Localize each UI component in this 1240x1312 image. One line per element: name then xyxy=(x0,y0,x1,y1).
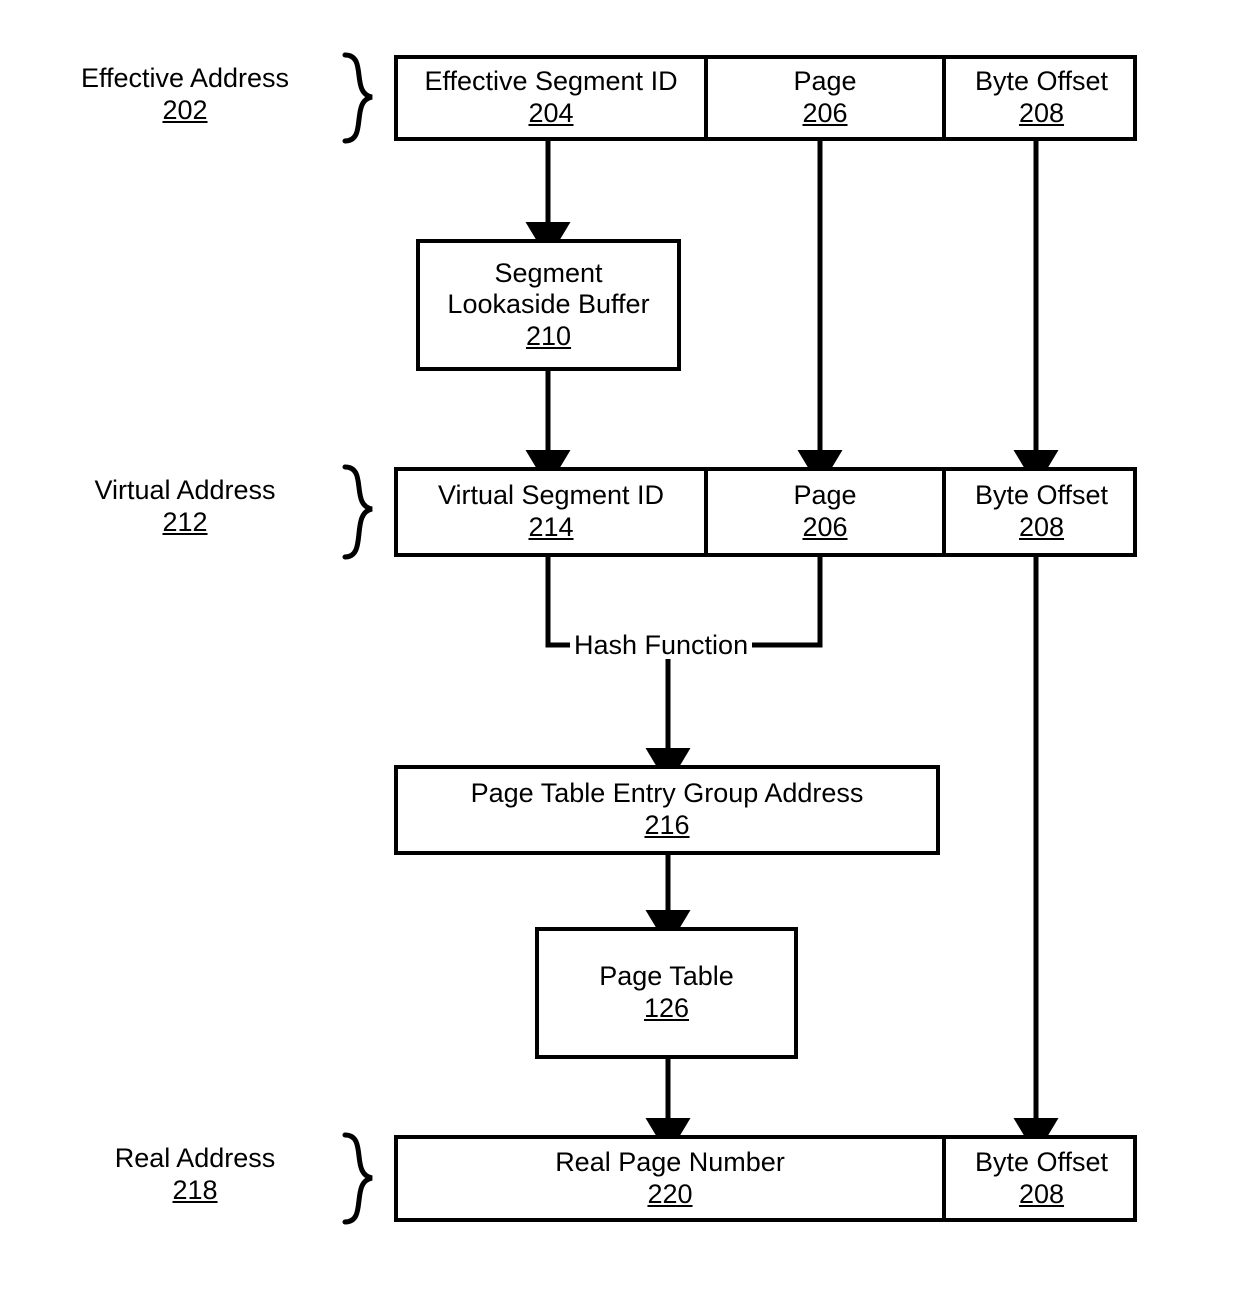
effective-address-label: Effective Address 202 xyxy=(70,62,300,127)
real-address-label: Real Address 218 xyxy=(100,1142,290,1207)
page-table-ref: 126 xyxy=(643,993,690,1023)
real-address-ref: 218 xyxy=(172,1175,218,1206)
field-real-byte-offset-ref: 208 xyxy=(1018,1178,1065,1209)
field-virtual-byte-offset: Byte Offset 208 xyxy=(942,471,1137,553)
field-virtual-segment-id-ref: 214 xyxy=(528,512,574,542)
field-effective-segment-id: Effective Segment ID 204 xyxy=(398,59,704,137)
field-virtual-segment-id: Virtual Segment ID 214 xyxy=(398,471,704,553)
real-address-title: Real Address xyxy=(114,1143,276,1173)
field-real-byte-offset: Byte Offset 208 xyxy=(942,1139,1137,1218)
field-virtual-segment-id-label: Virtual Segment ID xyxy=(437,480,665,511)
field-effective-page: Page 206 xyxy=(704,59,942,137)
segment-lookaside-buffer-ref: 210 xyxy=(525,320,572,351)
field-virtual-page: Page 206 xyxy=(704,471,942,553)
effective-address-ref: 202 xyxy=(162,95,208,126)
page-table-entry-group-address-title: Page Table Entry Group Address xyxy=(470,778,864,809)
page-table-title: Page Table xyxy=(599,961,734,992)
field-effective-segment-id-ref: 204 xyxy=(528,98,574,128)
segment-lookaside-buffer-line2: Lookaside Buffer xyxy=(447,289,650,320)
field-effective-page-label: Page xyxy=(793,66,857,97)
field-virtual-page-ref: 206 xyxy=(802,512,848,542)
page-table-box: Page Table 126 xyxy=(535,927,798,1059)
field-effective-page-ref: 206 xyxy=(802,98,848,128)
page-table-entry-group-address-box: Page Table Entry Group Address 216 xyxy=(394,765,940,855)
field-real-page-number-ref: 220 xyxy=(647,1178,693,1209)
page-table-entry-group-address-content: Page Table Entry Group Address 216 xyxy=(398,769,936,851)
page-table-content: Page Table 126 xyxy=(539,931,794,1055)
field-effective-byte-offset-ref: 208 xyxy=(1018,98,1065,128)
address-translation-figure: Effective Address 202 Effective Segment … xyxy=(0,0,1240,1312)
field-effective-segment-id-label: Effective Segment ID xyxy=(424,66,678,97)
field-real-page-number: Real Page Number 220 xyxy=(398,1139,942,1218)
virtual-address-ref: 212 xyxy=(162,507,208,538)
virtual-address-row: Virtual Segment ID 214 Page 206 Byte Off… xyxy=(394,467,1137,557)
field-virtual-page-label: Page xyxy=(793,480,857,511)
hash-function-label: Hash Function xyxy=(570,632,753,659)
field-effective-byte-offset: Byte Offset 208 xyxy=(942,59,1137,137)
field-real-page-number-label: Real Page Number xyxy=(555,1146,785,1177)
field-real-byte-offset-label: Byte Offset xyxy=(974,1146,1109,1177)
virtual-address-label: Virtual Address 212 xyxy=(80,474,290,539)
segment-lookaside-buffer-box: Segment Lookaside Buffer 210 xyxy=(416,239,681,371)
segment-lookaside-buffer-line1: Segment xyxy=(494,257,603,288)
page-table-entry-group-address-ref: 216 xyxy=(644,810,690,840)
real-address-row: Real Page Number 220 Byte Offset 208 xyxy=(394,1135,1137,1222)
field-effective-byte-offset-label: Byte Offset xyxy=(974,66,1109,97)
segment-lookaside-buffer-content: Segment Lookaside Buffer 210 xyxy=(420,243,677,367)
field-virtual-byte-offset-label: Byte Offset xyxy=(974,480,1109,511)
effective-address-title: Effective Address xyxy=(80,63,290,93)
virtual-address-title: Virtual Address xyxy=(94,475,276,505)
field-virtual-byte-offset-ref: 208 xyxy=(1018,512,1065,542)
effective-address-row: Effective Segment ID 204 Page 206 Byte O… xyxy=(394,55,1137,141)
